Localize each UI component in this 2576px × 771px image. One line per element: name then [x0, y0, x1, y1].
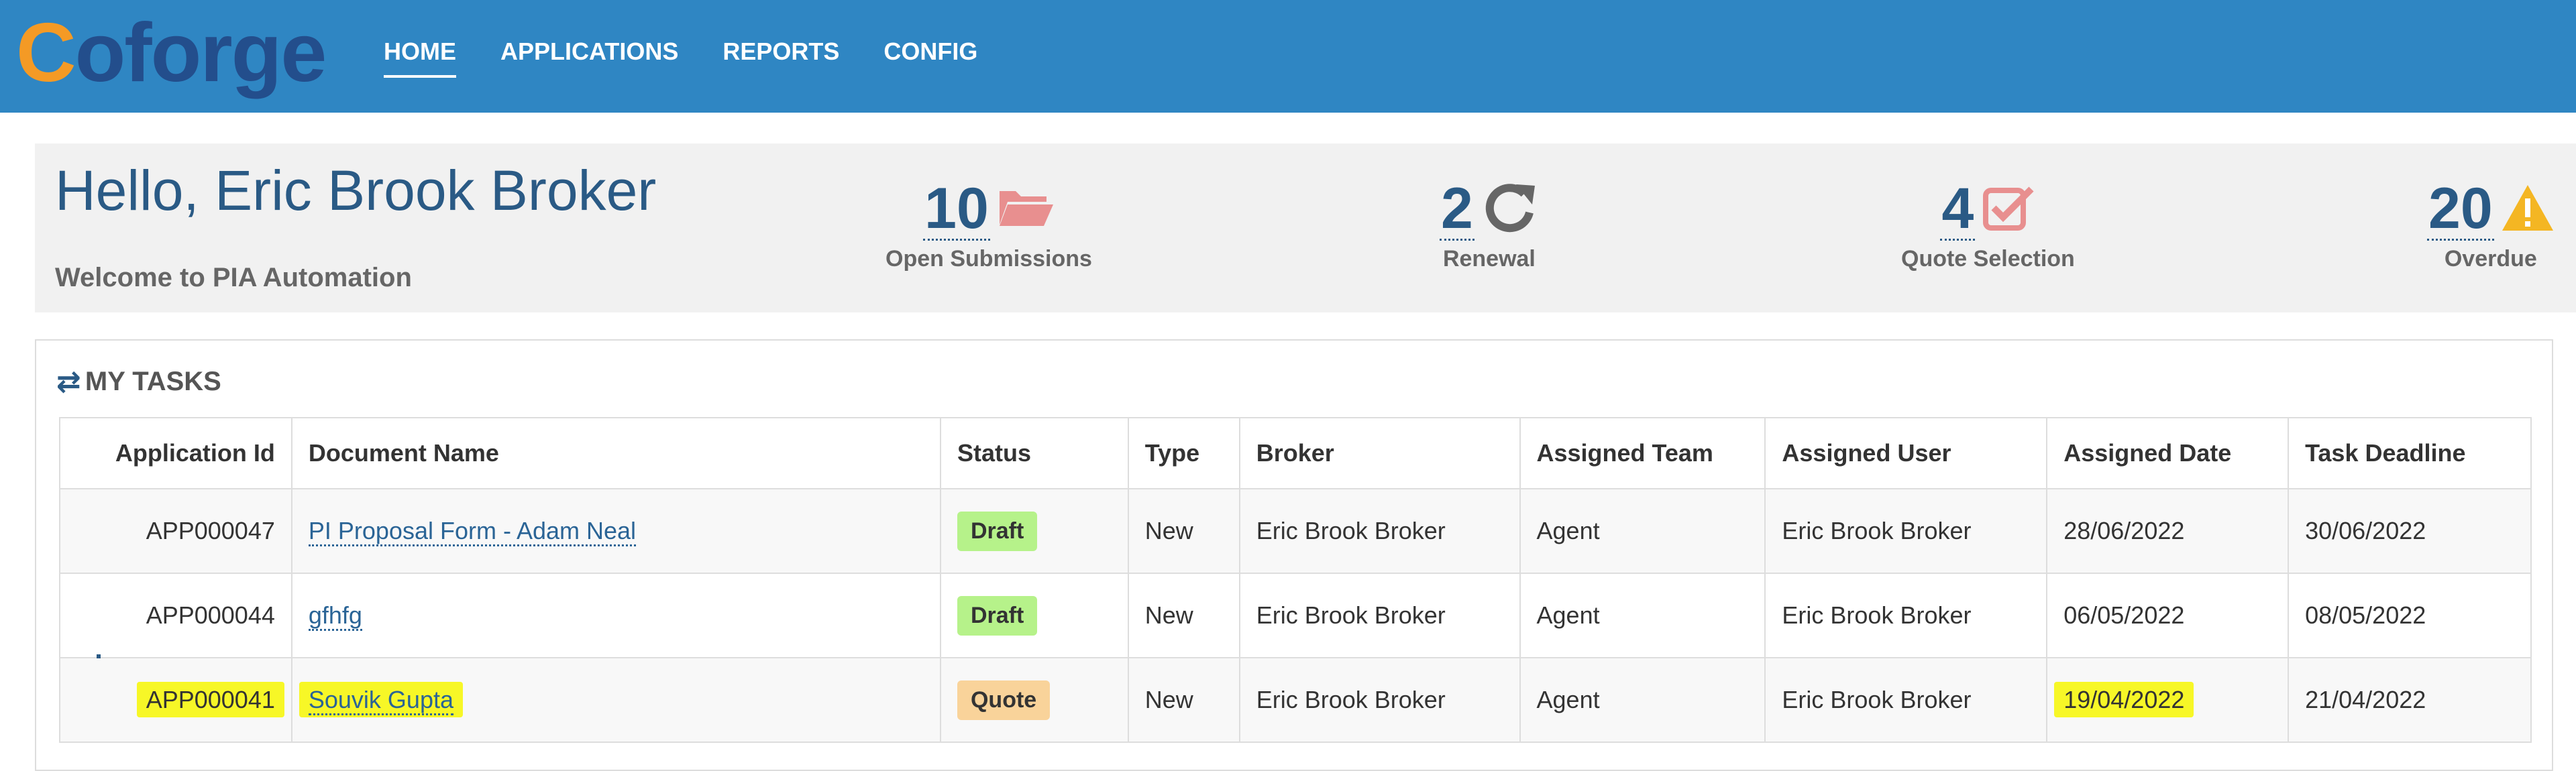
highlighted-assigned-date: 19/04/2022 [2054, 682, 2194, 717]
stat-open-submissions[interactable]: 10 Open Submissions [885, 178, 1092, 272]
column-header[interactable]: Status [939, 417, 1129, 489]
cell-assigned-date: 28/06/2022 [2046, 488, 2290, 574]
cell-team: Agent [1519, 573, 1766, 658]
cell-document: Souvik Gupta [290, 657, 941, 743]
stat-quote-selection-label: Quote Selection [1901, 246, 2075, 272]
stat-overdue-label: Overdue [2444, 246, 2537, 272]
cell-app-id: APP000041 [59, 657, 292, 743]
my-tasks-panel: ⇄ MY TASKS Application Id Document Name … [35, 339, 2553, 771]
stray-dot [97, 654, 101, 658]
nav-home[interactable]: HOME [384, 38, 456, 78]
warning-icon [2501, 182, 2555, 237]
main-nav: HOME APPLICATIONS REPORTS CONFIG [384, 38, 977, 78]
status-badge: Draft [957, 595, 1038, 636]
nav-applications[interactable]: APPLICATIONS [500, 38, 678, 78]
logo-letter-c: C [16, 7, 76, 99]
column-header[interactable]: Application Id [59, 417, 292, 489]
column-header[interactable]: Assigned User [1764, 417, 2048, 489]
stat-open-submissions-value[interactable]: 10 [923, 178, 990, 241]
cell-type: New [1127, 657, 1240, 743]
tasks-table: Application Id Document Name Status Type… [59, 417, 2532, 743]
coforge-logo[interactable]: Coforge [16, 7, 327, 99]
status-badge: Quote [957, 680, 1051, 720]
check-square-icon [1982, 184, 2035, 235]
cell-deadline: 08/05/2022 [2288, 573, 2532, 658]
cell-broker: Eric Brook Broker [1238, 488, 1521, 574]
cell-user: Eric Brook Broker [1764, 657, 2048, 743]
greeting-title: Hello, Eric Brook Broker [55, 159, 657, 222]
welcome-subtitle: Welcome to PIA Automation [55, 263, 412, 292]
cell-team: Agent [1519, 657, 1766, 743]
table-row[interactable]: APP000047 PI Proposal Form - Adam Neal D… [59, 488, 2532, 574]
stat-quote-selection[interactable]: 4 Quote Selection [1901, 178, 2075, 272]
document-link[interactable]: Souvik Gupta [308, 686, 453, 715]
cell-type: New [1127, 573, 1240, 658]
logo-text: oforge [74, 7, 327, 99]
document-link[interactable]: gfhfg [308, 601, 362, 631]
folder-open-icon [997, 187, 1055, 232]
cell-type: New [1127, 488, 1240, 574]
status-badge: Draft [957, 511, 1038, 551]
column-header[interactable]: Task Deadline [2288, 417, 2532, 489]
stat-renewal-value[interactable]: 2 [1440, 178, 1474, 241]
cell-status: Draft [939, 488, 1129, 574]
cell-app-id: APP000047 [59, 488, 292, 574]
cell-status: Draft [939, 573, 1129, 658]
column-header[interactable]: Document Name [290, 417, 941, 489]
table-header-row: Application Id Document Name Status Type… [59, 417, 2532, 489]
table-row[interactable]: APP000041 Souvik Gupta Quote New Eric Br… [59, 657, 2532, 743]
column-header[interactable]: Assigned Date [2046, 417, 2290, 489]
my-tasks-title: ⇄ MY TASKS [56, 365, 221, 399]
cell-document: PI Proposal Form - Adam Neal [290, 488, 941, 574]
stat-overdue-value[interactable]: 20 [2427, 178, 2494, 241]
table-row[interactable]: APP000044 gfhfg Draft New Eric Brook Bro… [59, 573, 2532, 658]
stat-renewal[interactable]: 2 Renewal [1440, 178, 1539, 272]
cell-broker: Eric Brook Broker [1238, 657, 1521, 743]
cell-status: Quote [939, 657, 1129, 743]
stat-quote-selection-value[interactable]: 4 [1940, 178, 1976, 241]
column-header[interactable]: Broker [1238, 417, 1521, 489]
cell-deadline: 30/06/2022 [2288, 488, 2532, 574]
cell-user: Eric Brook Broker [1764, 488, 2048, 574]
stat-open-submissions-label: Open Submissions [885, 246, 1092, 272]
exchange-icon: ⇄ [56, 365, 81, 398]
stat-overdue[interactable]: 20 Overdue [2427, 178, 2555, 272]
cell-broker: Eric Brook Broker [1238, 573, 1521, 658]
column-header[interactable]: Type [1127, 417, 1240, 489]
my-tasks-label: MY TASKS [85, 367, 221, 396]
cell-assigned-date: 19/04/2022 [2046, 657, 2290, 743]
cell-team: Agent [1519, 488, 1766, 574]
top-navbar: Coforge HOME APPLICATIONS REPORTS CONFIG [0, 0, 2576, 113]
stat-renewal-label: Renewal [1442, 246, 1536, 272]
cell-assigned-date: 06/05/2022 [2046, 573, 2290, 658]
nav-config[interactable]: CONFIG [883, 38, 977, 78]
welcome-panel: Hello, Eric Brook Broker Welcome to PIA … [35, 143, 2576, 312]
cell-app-id: APP000044 [59, 573, 292, 658]
nav-reports[interactable]: REPORTS [722, 38, 839, 78]
cell-user: Eric Brook Broker [1764, 573, 2048, 658]
cell-deadline: 21/04/2022 [2288, 657, 2532, 743]
highlighted-app-id: APP000041 [136, 682, 284, 717]
refresh-icon [1481, 179, 1539, 240]
cell-document: gfhfg [290, 573, 941, 658]
column-header[interactable]: Assigned Team [1519, 417, 1766, 489]
document-link[interactable]: PI Proposal Form - Adam Neal [308, 517, 637, 546]
